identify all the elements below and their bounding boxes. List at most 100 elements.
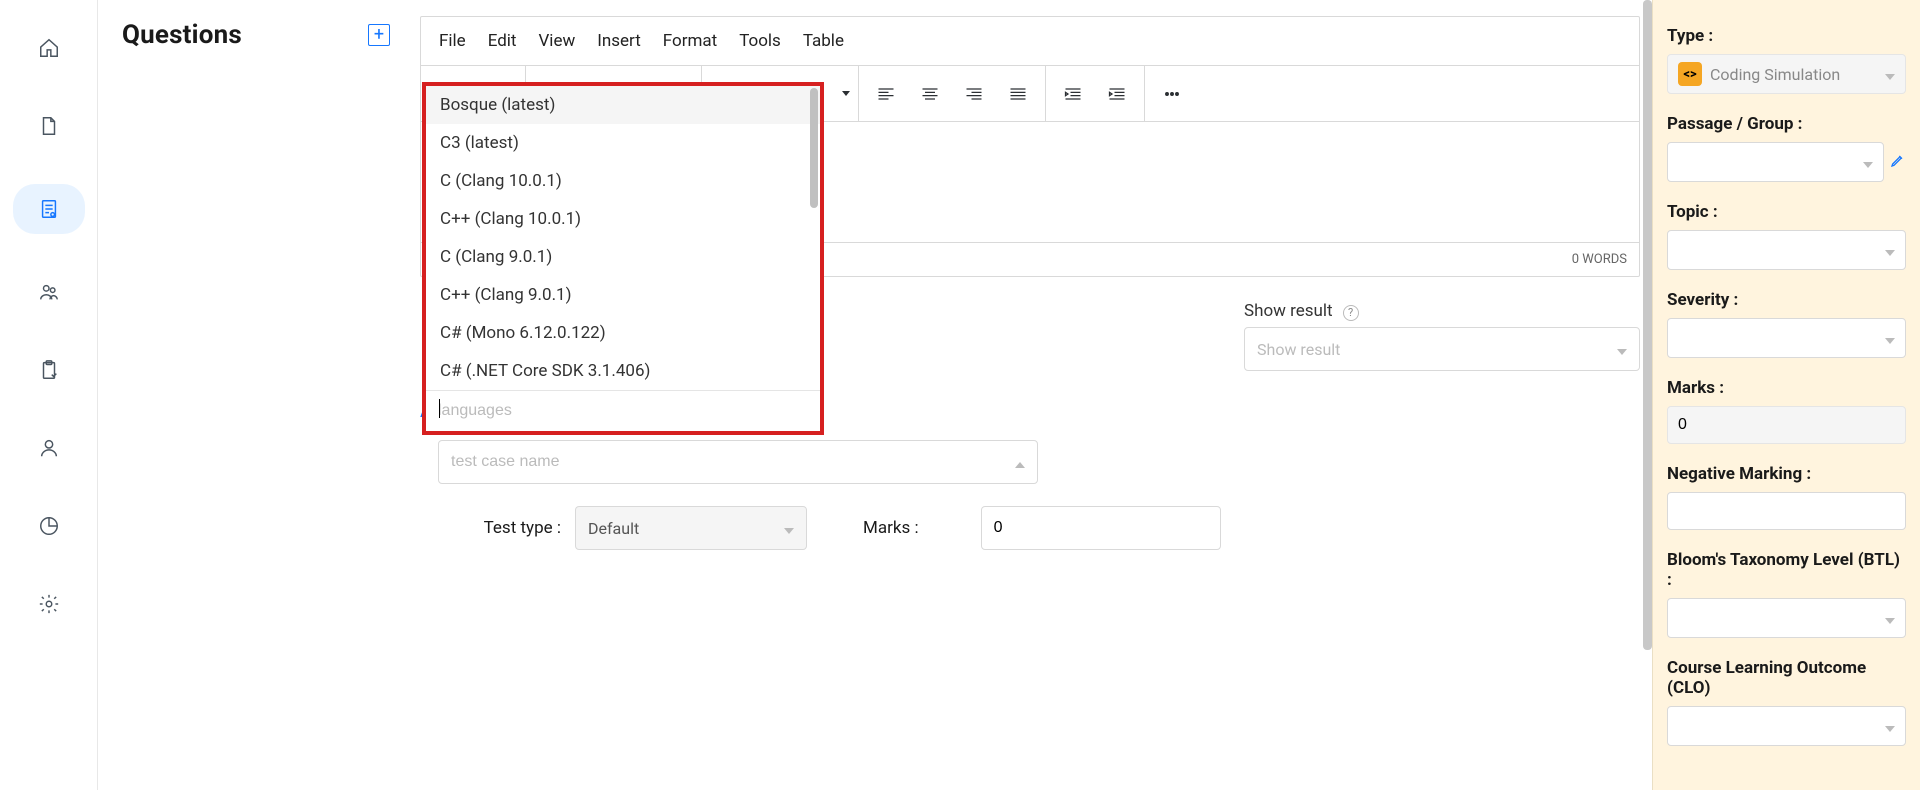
prop-type-value: Coding Simulation	[1710, 65, 1840, 84]
nav-user[interactable]	[21, 428, 77, 468]
align-center-button[interactable]	[909, 76, 951, 112]
language-option[interactable]: C (Clang 9.0.1)	[426, 238, 820, 276]
outdent-button[interactable]	[1052, 76, 1094, 112]
menu-view[interactable]: View	[538, 31, 575, 51]
nav-document[interactable]	[21, 106, 77, 146]
language-option[interactable]: C++ (Clang 9.0.1)	[426, 276, 820, 314]
menu-tools[interactable]: Tools	[739, 31, 781, 51]
prop-passage-select[interactable]	[1667, 142, 1884, 182]
align-right-icon	[964, 84, 984, 104]
testcase-marks-input[interactable]	[981, 506, 1221, 550]
prop-clo-select[interactable]	[1667, 706, 1906, 746]
chevron-down-icon	[1617, 340, 1627, 359]
user-icon	[38, 437, 60, 459]
chevron-down-icon	[1885, 65, 1895, 84]
chevron-down-icon	[784, 519, 794, 538]
show-result-help-icon[interactable]: ?	[1343, 305, 1359, 321]
test-type-select[interactable]: Default	[575, 506, 807, 550]
text-cursor	[439, 399, 440, 418]
prop-marks-label: Marks	[1667, 378, 1906, 398]
language-option[interactable]: Bosque (latest)	[426, 86, 820, 124]
show-result-label: Show result	[1244, 301, 1333, 321]
prop-topic-select[interactable]	[1667, 230, 1906, 270]
people-icon	[38, 281, 60, 303]
menu-table[interactable]: Table	[803, 31, 844, 51]
test-case-row: Test type : Default Marks :	[420, 506, 1640, 550]
nav-home[interactable]	[21, 28, 77, 68]
scrollbar-thumb[interactable]	[810, 88, 818, 208]
nav-clipboard[interactable]	[21, 350, 77, 390]
align-left-button[interactable]	[865, 76, 907, 112]
chevron-down-icon	[1885, 241, 1895, 260]
more-icon	[1162, 84, 1182, 104]
pencil-icon	[1890, 152, 1906, 168]
align-left-icon	[876, 84, 896, 104]
prop-btl-select[interactable]	[1667, 598, 1906, 638]
clipboard-check-icon	[38, 359, 60, 381]
prop-type-label: Type	[1667, 26, 1906, 46]
nav-reports[interactable]	[21, 506, 77, 546]
prop-topic-label: Topic	[1667, 202, 1906, 222]
prop-severity-select[interactable]	[1667, 318, 1906, 358]
align-center-icon	[920, 84, 940, 104]
show-result-select[interactable]: Show result	[1244, 327, 1640, 371]
prop-marks-input[interactable]	[1667, 406, 1906, 444]
language-option[interactable]: C++ (Clang 10.0.1)	[426, 200, 820, 238]
language-search-input[interactable]	[426, 391, 820, 431]
code-icon: <>	[1678, 62, 1702, 86]
menu-edit[interactable]: Edit	[488, 31, 517, 51]
outdent-icon	[1063, 84, 1083, 104]
indent-button[interactable]	[1096, 76, 1138, 112]
word-count: 0 WORDS	[1572, 252, 1627, 267]
edit-passage-button[interactable]	[1890, 152, 1906, 172]
chevron-up-icon[interactable]	[1015, 453, 1025, 472]
language-dropdown: Bosque (latest) C3 (latest) C (Clang 10.…	[422, 82, 824, 435]
language-option-list[interactable]: Bosque (latest) C3 (latest) C (Clang 10.…	[426, 86, 820, 390]
editor-menubar: File Edit View Insert Format Tools Table	[421, 17, 1639, 66]
prop-clo-label: Course Learning Outcome (CLO)	[1667, 658, 1906, 698]
testcase-marks-label: Marks	[863, 518, 910, 538]
test-type-label: Test type	[484, 518, 553, 538]
nav-people[interactable]	[21, 272, 77, 312]
questions-panel: Questions +	[98, 0, 408, 790]
main-editor-area: File Edit View Insert Format Tools Table	[408, 0, 1652, 790]
align-justify-button[interactable]	[997, 76, 1039, 112]
scrollbar-thumb[interactable]	[1643, 0, 1652, 650]
language-option[interactable]: C (Clang 10.0.1)	[426, 162, 820, 200]
document-icon	[38, 115, 60, 137]
chevron-down-icon	[1863, 153, 1873, 172]
question-doc-icon	[38, 198, 60, 220]
nav-questions[interactable]	[13, 184, 85, 234]
language-option[interactable]: C3 (latest)	[426, 124, 820, 162]
piechart-icon	[38, 515, 60, 537]
prop-passage-label: Passage / Group	[1667, 114, 1906, 134]
prop-type-select[interactable]: <> Coding Simulation	[1667, 54, 1906, 94]
chevron-down-icon	[1885, 717, 1895, 736]
menu-format[interactable]: Format	[663, 31, 717, 51]
properties-panel: Type <> Coding Simulation Passage / Grou…	[1652, 0, 1920, 790]
prop-btl-label: Bloom's Taxonomy Level (BTL)	[1667, 550, 1906, 590]
plus-icon: +	[374, 26, 384, 44]
add-question-button[interactable]: +	[368, 24, 390, 46]
language-search-wrap	[426, 390, 820, 431]
menu-insert[interactable]: Insert	[597, 31, 641, 51]
indent-icon	[1107, 84, 1127, 104]
language-option[interactable]: C# (.NET Core SDK 3.1.406)	[426, 352, 820, 390]
prop-negmark-label: Negative Marking	[1667, 464, 1906, 484]
text-color-caret[interactable]	[840, 91, 852, 96]
prop-negmark-input[interactable]	[1667, 492, 1906, 530]
nav-settings[interactable]	[21, 584, 77, 624]
more-button[interactable]	[1151, 76, 1193, 112]
align-justify-icon	[1008, 84, 1028, 104]
prop-severity-label: Severity	[1667, 290, 1906, 310]
gear-icon	[38, 593, 60, 615]
test-case-name-input-wrap	[438, 440, 1038, 484]
chevron-down-icon	[1885, 609, 1895, 628]
questions-title: Questions	[122, 20, 242, 50]
menu-file[interactable]: File	[439, 31, 466, 51]
show-result-placeholder: Show result	[1257, 340, 1340, 359]
test-case-name-input[interactable]	[451, 453, 1015, 471]
language-option[interactable]: C# (Mono 6.12.0.122)	[426, 314, 820, 352]
home-icon	[38, 37, 60, 59]
align-right-button[interactable]	[953, 76, 995, 112]
